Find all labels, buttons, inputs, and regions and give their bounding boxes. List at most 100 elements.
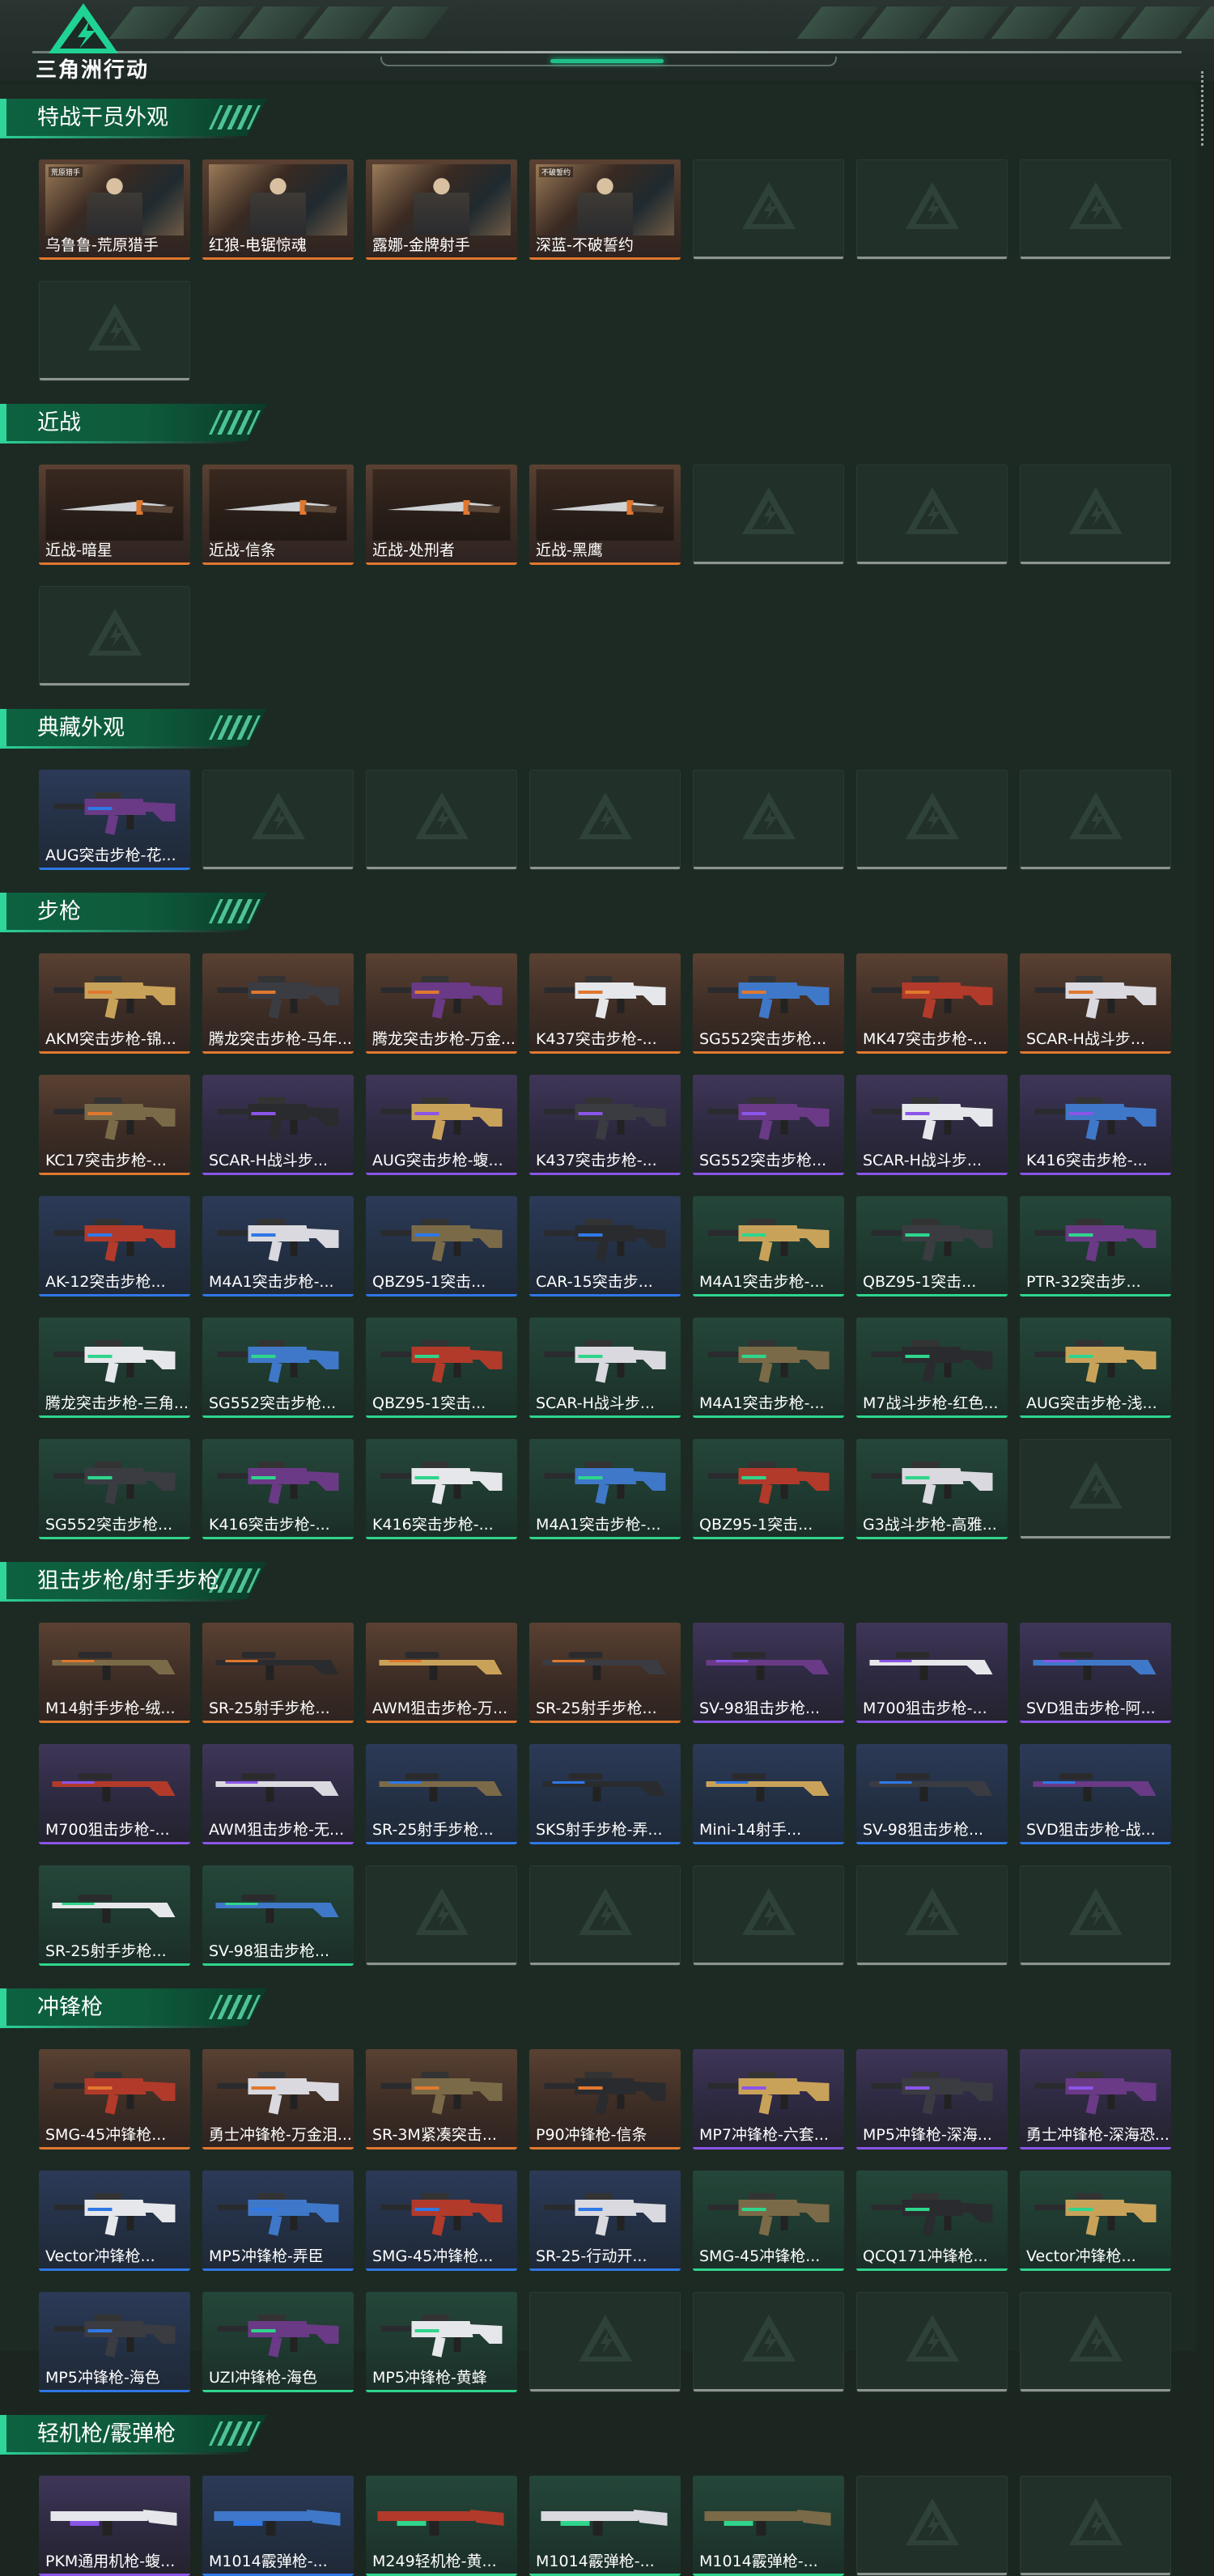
- item-card[interactable]: SR-25射手步枪...: [202, 1623, 354, 1723]
- item-card[interactable]: QBZ95-1突击...: [856, 1196, 1008, 1296]
- item-card[interactable]: M4A1突击步枪-...: [693, 1318, 844, 1418]
- item-card[interactable]: QBZ95-1突击...: [366, 1318, 517, 1418]
- item-card[interactable]: AUG突击步枪-花...: [39, 770, 190, 870]
- empty-slot: [856, 2292, 1008, 2392]
- sniper-icon: [699, 1749, 838, 1820]
- quality-bar: [367, 1963, 516, 1965]
- item-name: M4A1突击步枪-...: [209, 1273, 334, 1291]
- item-card[interactable]: Mini-14射手...: [693, 1744, 844, 1844]
- item-card[interactable]: AUG突击步枪-浅...: [1020, 1318, 1171, 1418]
- item-card[interactable]: MP5冲锋枪-黄蜂: [366, 2292, 517, 2392]
- item-card[interactable]: AUG突击步枪-蝮...: [366, 1075, 517, 1175]
- item-card[interactable]: SR-25射手步枪...: [529, 1623, 681, 1723]
- item-card[interactable]: SV-98狙击步枪...: [856, 1744, 1008, 1844]
- item-card[interactable]: SG552突击步枪...: [39, 1439, 190, 1539]
- quality-bar: [367, 867, 516, 869]
- item-card[interactable]: M4A1突击步枪-...: [529, 1439, 681, 1539]
- rifle-icon: [863, 958, 1001, 1029]
- item-card[interactable]: AWM狙击步枪-万...: [366, 1623, 517, 1723]
- item-card[interactable]: CAR-15突击步...: [529, 1196, 681, 1296]
- item-card[interactable]: KC17突击步枪-...: [39, 1075, 190, 1175]
- item-card[interactable]: M14射手步枪-绒...: [39, 1623, 190, 1723]
- item-card[interactable]: MP5冲锋枪-弄臣: [202, 2171, 354, 2271]
- item-name: MP5冲锋枪-黄蜂: [372, 2369, 487, 2387]
- serrated-knife-icon: [372, 469, 511, 541]
- item-card[interactable]: SCAR-H战斗步...: [202, 1075, 354, 1175]
- rifle-icon: [209, 1201, 347, 1272]
- item-card[interactable]: SV-98狙击步枪...: [693, 1623, 844, 1723]
- item-card[interactable]: SR-25射手步枪...: [366, 1744, 517, 1844]
- item-card[interactable]: M4A1突击步枪-...: [202, 1196, 354, 1296]
- item-card[interactable]: UZI冲锋枪-海色: [202, 2292, 354, 2392]
- item-card[interactable]: K437突击步枪-...: [529, 1075, 681, 1175]
- item-card[interactable]: 勇士冲锋枪-万金泪...: [202, 2049, 354, 2149]
- item-card[interactable]: M249轻机枪-黄...: [366, 2476, 517, 2576]
- item-card[interactable]: 露娜-金牌射手: [366, 159, 517, 260]
- item-card[interactable]: SMG-45冲锋枪...: [39, 2049, 190, 2149]
- item-name: K416突击步枪-...: [209, 1516, 330, 1534]
- machine-gun-icon: [372, 2481, 511, 2552]
- item-card[interactable]: SR-25-行动开...: [529, 2171, 681, 2271]
- item-card[interactable]: SCAR-H战斗步...: [1020, 953, 1171, 1054]
- item-card[interactable]: M4A1突击步枪-...: [693, 1196, 844, 1296]
- section-title: 狙击步枪/射手步枪: [37, 1568, 220, 1594]
- item-card[interactable]: 近战-信条: [202, 465, 354, 565]
- item-card[interactable]: 勇士冲锋枪-深海恐...: [1020, 2049, 1171, 2149]
- item-card[interactable]: SG552突击步枪...: [693, 953, 844, 1054]
- item-card[interactable]: Vector冲锋枪...: [1020, 2171, 1171, 2271]
- item-card[interactable]: M700狙击步枪-...: [39, 1744, 190, 1844]
- item-card[interactable]: SKS射手步枪-弄...: [529, 1744, 681, 1844]
- item-card[interactable]: M700狙击步枪-...: [856, 1623, 1008, 1723]
- item-card[interactable]: M7战斗步枪-红色...: [856, 1318, 1008, 1418]
- item-card[interactable]: SCAR-H战斗步...: [856, 1075, 1008, 1175]
- item-card[interactable]: QBZ95-1突击...: [366, 1196, 517, 1296]
- item-card[interactable]: 红狼-电锯惊魂: [202, 159, 354, 260]
- item-card[interactable]: 不破誓约 深蓝-不破誓约: [529, 159, 681, 260]
- item-card[interactable]: AK-12突击步枪...: [39, 1196, 190, 1296]
- item-card[interactable]: MP7冲锋枪-六套...: [693, 2049, 844, 2149]
- item-card[interactable]: G3战斗步枪-高雅...: [856, 1439, 1008, 1539]
- item-card[interactable]: PKM通用机枪-蝮...: [39, 2476, 190, 2576]
- scroll-grip[interactable]: [1201, 71, 1207, 146]
- item-card[interactable]: 荒原猎手 乌鲁鲁-荒原猎手: [39, 159, 190, 260]
- item-card[interactable]: 近战-黑鹰: [529, 465, 681, 565]
- item-card[interactable]: MP5冲锋枪-海色: [39, 2292, 190, 2392]
- item-card[interactable]: Vector冲锋枪...: [39, 2171, 190, 2271]
- item-card[interactable]: QCQ171冲锋枪...: [856, 2171, 1008, 2271]
- item-card[interactable]: M1014霰弹枪-...: [529, 2476, 681, 2576]
- item-card[interactable]: AWM狙击步枪-无...: [202, 1744, 354, 1844]
- quality-bar: [202, 562, 354, 565]
- item-card[interactable]: SR-3M紧凑突击...: [366, 2049, 517, 2149]
- item-card[interactable]: SV-98狙击步枪...: [202, 1865, 354, 1966]
- item-card[interactable]: MP5冲锋枪-深海...: [856, 2049, 1008, 2149]
- rifle-icon: [372, 958, 511, 1029]
- item-card[interactable]: P90冲锋枪-信条: [529, 2049, 681, 2149]
- item-card[interactable]: K416突击步枪-...: [202, 1439, 354, 1539]
- item-card[interactable]: M1014霰弹枪-...: [202, 2476, 354, 2576]
- item-card[interactable]: SR-25射手步枪...: [39, 1865, 190, 1966]
- item-card[interactable]: K437突击步枪-...: [529, 953, 681, 1054]
- quality-bar: [39, 1173, 190, 1175]
- item-card[interactable]: 近战-暗星: [39, 465, 190, 565]
- item-card[interactable]: MK47突击步枪-...: [856, 953, 1008, 1054]
- quality-bar: [529, 2268, 681, 2271]
- item-card[interactable]: SMG-45冲锋枪...: [693, 2171, 844, 2271]
- item-card[interactable]: AKM突击步枪-锦...: [39, 953, 190, 1054]
- item-card[interactable]: SMG-45冲锋枪...: [366, 2171, 517, 2271]
- item-card[interactable]: 腾龙突击步枪-三角...: [39, 1318, 190, 1418]
- item-card[interactable]: K416突击步枪-...: [366, 1439, 517, 1539]
- item-card[interactable]: K416突击步枪-...: [1020, 1075, 1171, 1175]
- item-card[interactable]: SG552突击步枪...: [202, 1318, 354, 1418]
- item-card[interactable]: SCAR-H战斗步...: [529, 1318, 681, 1418]
- item-card[interactable]: 腾龙突击步枪-万金...: [366, 953, 517, 1054]
- item-card[interactable]: PTR-32突击步...: [1020, 1196, 1171, 1296]
- item-card[interactable]: SG552突击步枪...: [693, 1075, 844, 1175]
- item-card[interactable]: 腾龙突击步枪-马年...: [202, 953, 354, 1054]
- item-card[interactable]: QBZ95-1突击...: [693, 1439, 844, 1539]
- smg-icon: [699, 2175, 838, 2247]
- item-card[interactable]: M1014霰弹枪-...: [693, 2476, 844, 2576]
- delta-watermark-icon: [1068, 1462, 1123, 1509]
- item-card[interactable]: SVD狙击步枪-阿...: [1020, 1623, 1171, 1723]
- item-card[interactable]: 近战-处刑者: [366, 465, 517, 565]
- item-card[interactable]: SVD狙击步枪-战...: [1020, 1744, 1171, 1844]
